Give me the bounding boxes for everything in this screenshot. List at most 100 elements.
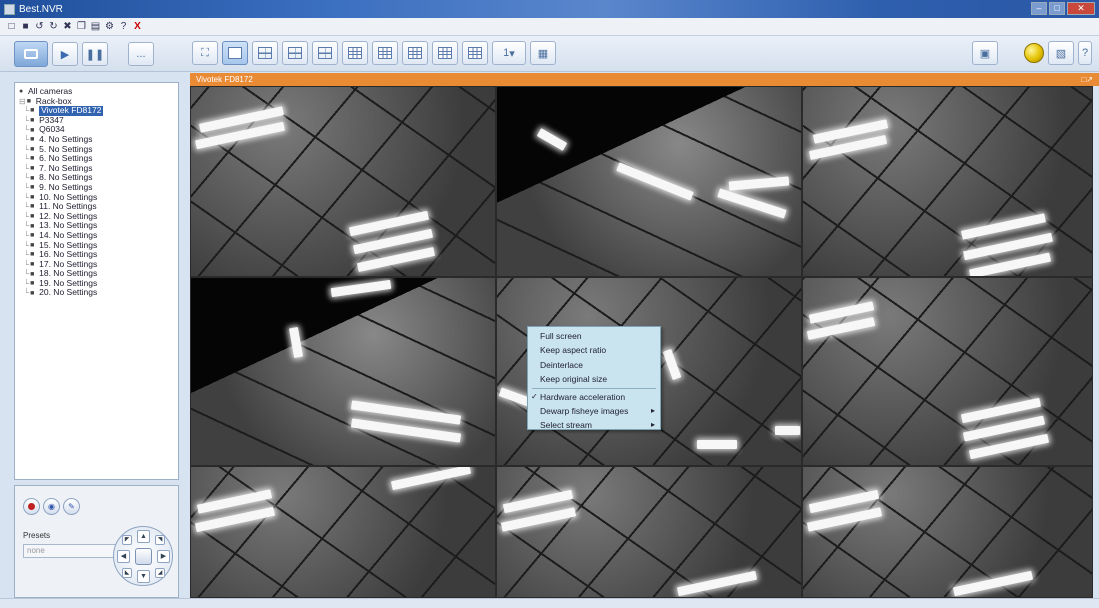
undo-icon[interactable]: ↺ xyxy=(34,21,45,32)
main-toolbar: ▶ ❚❚ ... ⛶ 1 ▾ ▦ ▣ ▧ ? xyxy=(0,36,1099,72)
maximize-button[interactable]: □ xyxy=(1049,2,1065,15)
tree-items: └ ■ Vivotek FD8172 └ ■ P3347 └ ■ Q6034 └ ■ 4. No… xyxy=(19,106,174,298)
camera-view-2[interactable] xyxy=(496,86,802,277)
camera-icon: ■ xyxy=(30,260,35,268)
camera-tree: ● All cameras ⊟ ■ Rack-box └ ■ Vivotek FD8… xyxy=(14,82,179,480)
minimize-button[interactable]: – xyxy=(1031,2,1047,15)
new-icon[interactable]: □ xyxy=(6,21,17,32)
layout-6-button[interactable] xyxy=(282,41,308,65)
ptz-left-button[interactable]: ◀ xyxy=(117,550,130,563)
record-dot-icon xyxy=(28,503,35,510)
layout-8-icon xyxy=(318,47,332,59)
status-indicator-icon[interactable] xyxy=(1024,43,1044,63)
edit-button[interactable]: ✎ xyxy=(63,498,80,515)
tree-connector: └ xyxy=(19,134,30,144)
context-menu-item[interactable]: Select stream xyxy=(528,418,660,433)
tree-expander[interactable]: ⊟ xyxy=(19,97,26,107)
layout-9-button[interactable] xyxy=(342,41,368,65)
layout-1-button[interactable] xyxy=(222,41,248,65)
layout-13-button[interactable] xyxy=(402,41,428,65)
cut-icon[interactable]: ✖ xyxy=(62,21,73,32)
camera-view-4[interactable] xyxy=(190,277,496,466)
help-button[interactable]: ? xyxy=(1078,41,1092,65)
view-options-button[interactable]: ▦ xyxy=(530,41,556,65)
open-icon[interactable]: ■ xyxy=(20,21,31,32)
camera-icon: ■ xyxy=(30,155,35,163)
ceiling-light xyxy=(536,128,568,151)
ptz-down-left-button[interactable]: ◣ xyxy=(122,568,132,578)
layout-10-icon xyxy=(378,47,392,59)
tree-connector: └ xyxy=(19,269,30,279)
layout-8-button[interactable] xyxy=(312,41,338,65)
tree-connector: └ xyxy=(19,211,30,221)
live-view-button[interactable] xyxy=(14,41,48,67)
layout-custom-button[interactable] xyxy=(462,41,488,65)
tree-item-label: 20. No Settings xyxy=(39,287,98,298)
camera-icon: ■ xyxy=(30,165,35,173)
layout-4-icon xyxy=(258,47,272,59)
ptz-up-right-button[interactable]: ◥ xyxy=(155,535,165,545)
close-button[interactable]: ✕ xyxy=(1067,2,1095,15)
pause-button[interactable]: ❚❚ xyxy=(82,42,108,66)
tree-connector: └ xyxy=(19,202,30,212)
ptz-up-button[interactable]: ▲ xyxy=(137,530,150,543)
context-menu-item[interactable]: Dewarp fisheye images xyxy=(528,404,660,419)
context-menu-item[interactable]: Keep aspect ratio xyxy=(528,343,660,357)
camera-view-3[interactable] xyxy=(802,86,1093,277)
context-menu-item[interactable]: Hardware acceleration xyxy=(528,390,660,405)
status-bar xyxy=(0,598,1099,608)
context-menu-item[interactable]: Full screen xyxy=(528,329,660,343)
ptz-joystick[interactable]: ▲ ▼ ◀ ▶ ◤ ◥ ◣ ◢ xyxy=(113,526,173,586)
play-button[interactable]: ▶ xyxy=(52,42,78,66)
camera-view-7[interactable] xyxy=(190,466,496,598)
tree-connector: └ xyxy=(19,115,30,125)
context-menu-item[interactable]: Keep original size xyxy=(528,372,660,386)
presets-select[interactable]: none ▾ xyxy=(23,544,121,558)
tree-connector: └ xyxy=(19,192,30,202)
camera-view-1[interactable] xyxy=(190,86,496,277)
layout-16-button[interactable] xyxy=(432,41,458,65)
play-icon: ▶ xyxy=(60,48,70,61)
settings-icon[interactable]: ⚙ xyxy=(104,21,115,32)
ptz-down-right-button[interactable]: ◢ xyxy=(155,568,165,578)
ceiling-light xyxy=(616,162,694,201)
page-select[interactable]: 1 ▾ xyxy=(492,41,526,65)
exit-icon[interactable]: X xyxy=(132,21,143,32)
snapshot-button[interactable]: ◉ xyxy=(43,498,60,515)
app-icon xyxy=(4,3,15,15)
layout-4-button[interactable] xyxy=(252,41,278,65)
ptz-up-left-button[interactable]: ◤ xyxy=(122,535,132,545)
info-button[interactable]: ▧ xyxy=(1048,41,1074,65)
quick-toolbar: □ ■ ↺ ↻ ✖ ❐ ▤ ⚙ ? X xyxy=(0,18,1099,36)
tree-connector: └ xyxy=(19,154,30,164)
camera-icon: ■ xyxy=(30,232,35,240)
ptz-right-button[interactable]: ▶ xyxy=(157,550,170,563)
ptz-home-button[interactable] xyxy=(135,548,152,565)
copy-icon[interactable]: ❐ xyxy=(76,21,87,32)
record-button[interactable] xyxy=(23,498,40,515)
snapshot-icon: ◉ xyxy=(48,502,55,511)
ceiling-light xyxy=(662,348,682,381)
tree-connector: └ xyxy=(19,173,30,183)
tree-item-camera[interactable]: └ ■ 20. No Settings xyxy=(19,288,174,298)
context-menu-item[interactable]: Deinterlace xyxy=(528,358,660,372)
help-icon[interactable]: ? xyxy=(118,21,129,32)
paste-icon[interactable]: ▤ xyxy=(90,21,101,32)
redo-icon[interactable]: ↻ xyxy=(48,21,59,32)
layout-10-button[interactable] xyxy=(372,41,398,65)
more-button[interactable]: ... xyxy=(128,42,154,66)
ceiling-light xyxy=(717,188,787,219)
more-label: ... xyxy=(136,48,146,60)
camera-view-9[interactable] xyxy=(802,466,1093,598)
tree-connector: └ xyxy=(19,288,30,298)
camera-icon: ■ xyxy=(30,184,35,192)
video-header-controls-icon[interactable]: □↗ xyxy=(1081,73,1093,86)
tree-connector: └ xyxy=(19,259,30,269)
grid-icon: ▦ xyxy=(537,47,549,60)
camera-view-6[interactable] xyxy=(802,277,1093,466)
record-button[interactable]: ▣ xyxy=(972,41,998,65)
fullscreen-icon: ⛶ xyxy=(201,46,209,59)
fullscreen-layout-button[interactable]: ⛶ xyxy=(192,41,218,65)
ptz-down-button[interactable]: ▼ xyxy=(137,570,150,583)
camera-view-8[interactable] xyxy=(496,466,802,598)
